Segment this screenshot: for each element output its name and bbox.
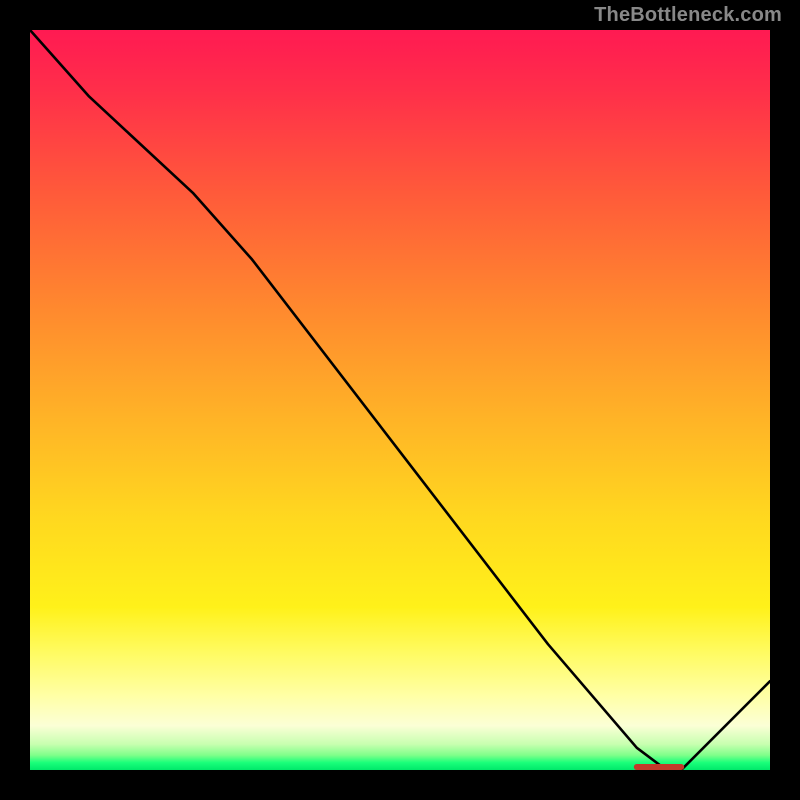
- bottleneck-curve-path: [30, 30, 770, 770]
- plot-area: [30, 30, 770, 770]
- attribution-text: TheBottleneck.com: [594, 4, 782, 27]
- chart-container: TheBottleneck.com: [0, 0, 800, 800]
- curve-svg: [30, 30, 770, 770]
